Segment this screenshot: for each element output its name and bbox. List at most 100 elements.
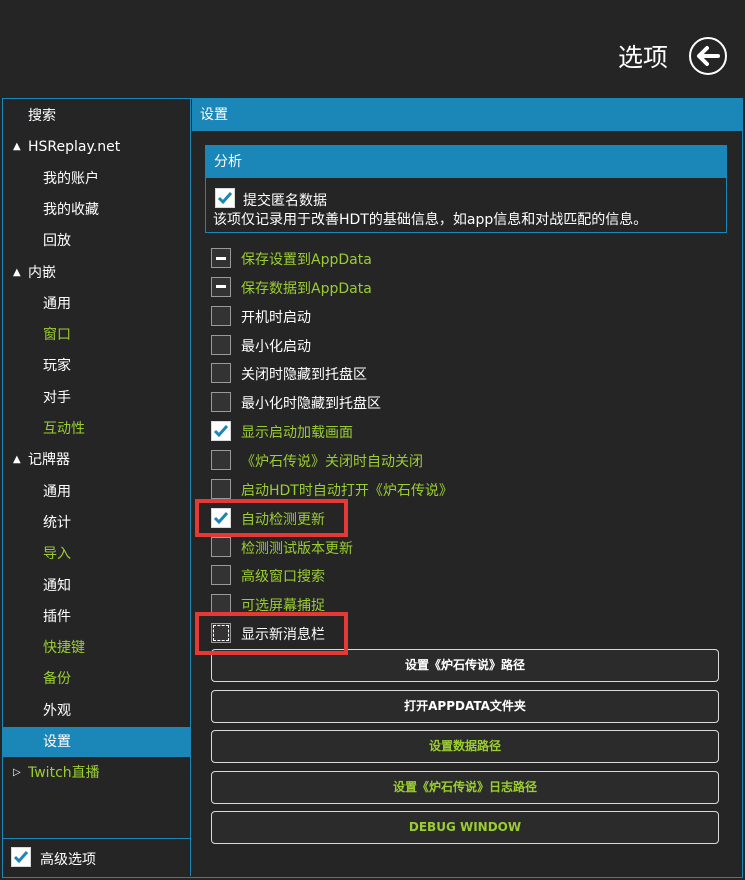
sidebar-item-label: 我的账户 bbox=[43, 170, 99, 187]
option-label: 启动HDT时自动打开《炉石传说》 bbox=[241, 482, 453, 499]
sidebar-item[interactable]: ▲ 记牌器 bbox=[3, 445, 190, 475]
sidebar-item[interactable]: 窗口 bbox=[3, 320, 190, 350]
option-row[interactable]: 显示启动加载画面 bbox=[211, 419, 611, 443]
sidebar-item-label: 插件 bbox=[43, 608, 71, 625]
check-icon bbox=[13, 851, 29, 864]
sidebar-item[interactable]: 导入 bbox=[3, 539, 190, 569]
option-label: 最小化时隐藏到托盘区 bbox=[241, 396, 381, 413]
check-icon bbox=[213, 511, 229, 524]
option-row[interactable]: 开机时启动 bbox=[211, 304, 611, 328]
sidebar-item[interactable]: 我的账户 bbox=[3, 164, 190, 194]
sidebar-item-label: HSReplay.net bbox=[28, 139, 121, 156]
option-label: 关闭时隐藏到托盘区 bbox=[241, 367, 367, 384]
advanced-options-toggle[interactable]: 高级选项 bbox=[3, 838, 191, 876]
settings-section-header: 设置 bbox=[192, 99, 742, 131]
action-button[interactable]: 设置《炉石传说》日志路径 bbox=[211, 770, 719, 804]
sidebar-item[interactable]: 通用 bbox=[3, 477, 190, 507]
option-label: 检测测试版本更新 bbox=[241, 540, 353, 557]
option-checkbox[interactable] bbox=[211, 449, 231, 470]
option-row[interactable]: 最小化时隐藏到托盘区 bbox=[211, 390, 611, 414]
sidebar-tree: 搜索 ▲ HSReplay.net 我的账户 我的收藏 回放 ▲ 内嵌 通用 窗口 玩家 对手 互动性 ▲… bbox=[3, 99, 191, 876]
sidebar-item-label: 互动性 bbox=[43, 421, 85, 437]
option-label: 保存数据到AppData bbox=[241, 280, 372, 297]
sidebar-item-label: 备份 bbox=[43, 671, 71, 688]
analysis-group: 分析 提交匿名数据 该项仅记录用于改善HDT的基础信息，如app信息和对战匹配的… bbox=[205, 145, 727, 233]
sidebar-item[interactable]: 统计 bbox=[3, 508, 190, 538]
sidebar-item-label: 设置 bbox=[43, 734, 71, 750]
analysis-description: 该项仅记录用于改善HDT的基础信息，如app信息和对战匹配的信息。 bbox=[213, 212, 648, 228]
sidebar-item-label: 对手 bbox=[43, 389, 71, 406]
option-checkbox[interactable] bbox=[211, 305, 231, 326]
action-button[interactable]: 设置数据路径 bbox=[211, 730, 719, 764]
option-row[interactable]: 启动HDT时自动打开《炉石传说》 bbox=[211, 477, 611, 501]
sidebar-item-label: 窗口 bbox=[43, 327, 71, 344]
option-row[interactable]: 检测测试版本更新 bbox=[211, 535, 611, 559]
sidebar-item[interactable]: 我的收藏 bbox=[3, 195, 190, 225]
top-bar: 选项 bbox=[0, 0, 745, 98]
expanded-arrow-icon[interactable]: ▲ bbox=[13, 132, 21, 162]
sidebar-item-label: 搜索 bbox=[28, 108, 56, 124]
action-button[interactable]: 设置《炉石传说》路径 bbox=[211, 649, 719, 682]
sidebar-item-label: 我的收藏 bbox=[43, 201, 99, 218]
option-row[interactable]: 可选屏幕捕捉 bbox=[211, 592, 611, 616]
sidebar-item[interactable]: ▲ 内嵌 bbox=[3, 258, 190, 288]
sidebar-item[interactable]: 搜索 bbox=[3, 101, 190, 131]
option-row[interactable]: 《炉石传说》关闭时自动关闭 bbox=[211, 448, 611, 472]
option-row[interactable]: 保存数据到AppData bbox=[211, 275, 611, 299]
option-checkbox[interactable] bbox=[211, 565, 231, 586]
sidebar-item[interactable]: 互动性 bbox=[3, 414, 190, 444]
option-row[interactable]: 最小化启动 bbox=[211, 333, 611, 357]
collapsed-arrow-icon[interactable]: ▷ bbox=[13, 758, 21, 788]
option-checkbox[interactable] bbox=[211, 623, 231, 644]
option-label: 最小化启动 bbox=[241, 338, 311, 355]
sidebar-item[interactable]: 通用 bbox=[3, 289, 190, 319]
option-row[interactable]: 显示新消息栏 bbox=[211, 621, 611, 645]
submit-anonymous-data-checkbox[interactable] bbox=[215, 188, 235, 208]
option-checkbox[interactable] bbox=[211, 536, 231, 557]
option-label: 可选屏幕捕捉 bbox=[241, 598, 325, 615]
action-button[interactable]: DEBUG WINDOW bbox=[211, 811, 719, 845]
option-checkbox[interactable] bbox=[211, 276, 231, 297]
expanded-arrow-icon[interactable]: ▲ bbox=[13, 445, 21, 475]
sidebar-item[interactable]: 通知 bbox=[3, 571, 190, 601]
option-row[interactable]: 自动检测更新 bbox=[211, 506, 611, 530]
option-row[interactable]: 关闭时隐藏到托盘区 bbox=[211, 361, 611, 385]
sidebar-item[interactable]: 插件 bbox=[3, 602, 190, 632]
sidebar-item[interactable]: 回放 bbox=[3, 226, 190, 256]
sidebar-item[interactable]: 玩家 bbox=[3, 351, 190, 381]
action-button[interactable]: 打开APPDATA文件夹 bbox=[211, 689, 719, 723]
sidebar-item-label: Twitch直播 bbox=[28, 765, 100, 782]
sidebar-item-label: 导入 bbox=[43, 546, 71, 563]
sidebar-item-label: 玩家 bbox=[43, 358, 71, 375]
sidebar-item[interactable]: 设置 bbox=[3, 727, 190, 757]
sidebar-item-label: 外观 bbox=[43, 702, 71, 719]
analysis-group-header: 分析 bbox=[206, 146, 726, 178]
advanced-options-label: 高级选项 bbox=[40, 852, 96, 868]
option-checkbox[interactable] bbox=[211, 392, 231, 413]
option-checkbox[interactable] bbox=[211, 363, 231, 384]
check-icon bbox=[217, 192, 233, 205]
sidebar-item[interactable]: ▷ Twitch直播 bbox=[3, 758, 190, 788]
option-label: 自动检测更新 bbox=[241, 511, 325, 528]
sidebar-item-label: 记牌器 bbox=[28, 452, 70, 469]
advanced-options-checkbox[interactable] bbox=[11, 847, 31, 867]
option-checkbox[interactable] bbox=[211, 421, 231, 442]
option-checkbox[interactable] bbox=[211, 478, 231, 499]
sidebar-item-label: 回放 bbox=[43, 233, 71, 250]
option-label: 保存设置到AppData bbox=[241, 252, 372, 268]
sidebar-item[interactable]: ▲ HSReplay.net bbox=[3, 132, 190, 162]
sidebar-item-label: 内嵌 bbox=[28, 264, 56, 281]
sidebar-item[interactable]: 备份 bbox=[3, 664, 190, 694]
expanded-arrow-icon[interactable]: ▲ bbox=[13, 258, 21, 288]
sidebar-item-label: 统计 bbox=[43, 514, 71, 531]
option-row[interactable]: 保存设置到AppData bbox=[211, 246, 611, 270]
option-checkbox[interactable] bbox=[211, 507, 231, 528]
option-checkbox[interactable] bbox=[211, 248, 231, 268]
sidebar-item[interactable]: 对手 bbox=[3, 383, 190, 413]
back-button[interactable] bbox=[689, 37, 727, 75]
option-row[interactable]: 高级窗口搜索 bbox=[211, 563, 611, 587]
option-checkbox[interactable] bbox=[211, 594, 231, 615]
sidebar-item[interactable]: 外观 bbox=[3, 696, 190, 726]
sidebar-item[interactable]: 快捷键 bbox=[3, 633, 190, 663]
option-checkbox[interactable] bbox=[211, 334, 231, 355]
